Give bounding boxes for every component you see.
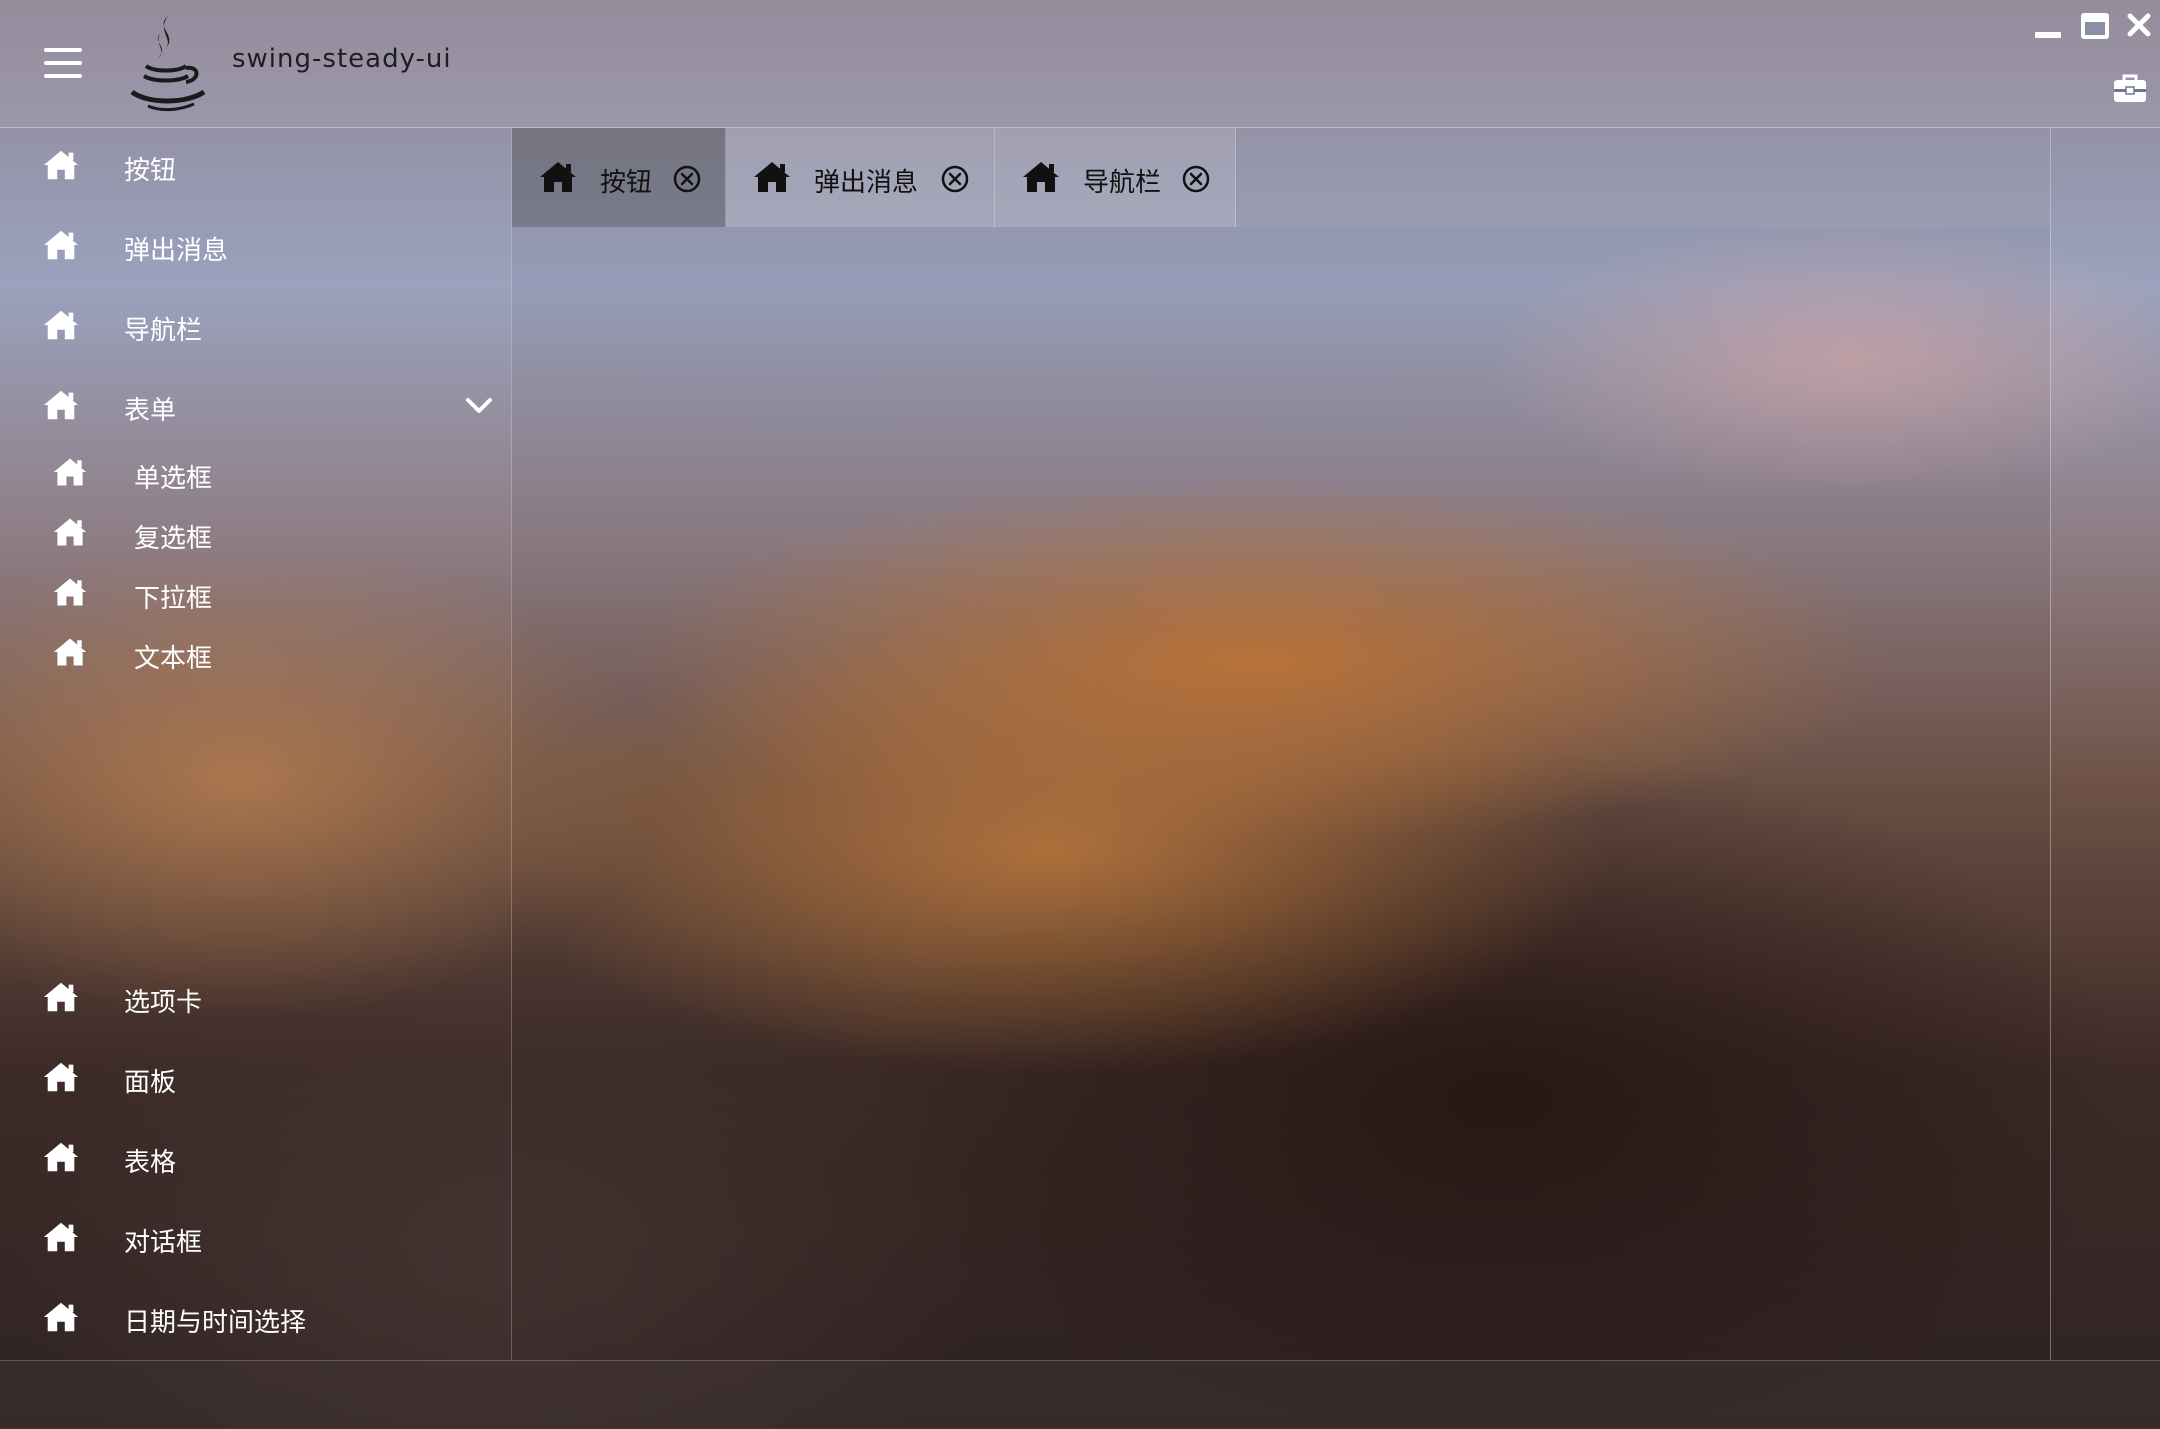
tab-close-icon[interactable] — [672, 164, 702, 194]
sidebar-item-label: 表单 — [124, 396, 177, 426]
sidebar-item-tabs[interactable]: 选项卡 — [0, 964, 510, 1034]
title-bar: swing-steady-ui — [0, 0, 2160, 128]
tab-close-icon[interactable] — [1181, 164, 1211, 194]
tab-label: 导航栏 — [1083, 168, 1162, 198]
sidebar: 按钮 弹出消息 导航栏 表单 单选框 复选框 下拉框 文本框 选项卡 面板 表格… — [0, 128, 510, 1360]
sidebar-subitem-textfield[interactable]: 文本框 — [0, 624, 510, 682]
home-icon — [53, 578, 87, 606]
home-icon — [43, 1062, 79, 1092]
tab-button[interactable]: 按钮 — [512, 128, 726, 227]
home-icon — [53, 458, 87, 486]
sidebar-subitem-dropdown[interactable]: 下拉框 — [0, 564, 510, 622]
home-icon — [43, 390, 79, 420]
java-logo-icon — [130, 16, 206, 112]
tab-close-icon[interactable] — [940, 164, 970, 194]
home-icon — [43, 1222, 79, 1252]
sidebar-item-label: 对话框 — [124, 1228, 203, 1258]
tab-navbar[interactable]: 导航栏 — [995, 128, 1236, 227]
home-icon — [43, 150, 79, 180]
content-area: 按钮 弹出消息 导航栏 — [511, 128, 2051, 1360]
sidebar-item-button[interactable]: 按钮 — [0, 132, 510, 202]
sidebar-item-label: 表格 — [124, 1148, 177, 1178]
sidebar-subitem-radio[interactable]: 单选框 — [0, 444, 510, 502]
sidebar-item-table[interactable]: 表格 — [0, 1124, 510, 1194]
minimize-icon[interactable] — [2033, 28, 2063, 40]
sidebar-item-datetime-picker[interactable]: 日期与时间选择 — [0, 1284, 510, 1354]
sidebar-item-label: 面板 — [124, 1068, 177, 1098]
maximize-icon[interactable] — [2080, 12, 2110, 40]
sidebar-item-label: 下拉框 — [134, 584, 213, 614]
sidebar-item-popup-message[interactable]: 弹出消息 — [0, 212, 510, 282]
home-icon — [43, 230, 79, 260]
home-icon — [540, 162, 576, 192]
sidebar-item-label: 导航栏 — [124, 316, 203, 346]
sidebar-item-panel[interactable]: 面板 — [0, 1044, 510, 1114]
toolbox-icon[interactable] — [2112, 72, 2148, 104]
home-icon — [53, 638, 87, 666]
sidebar-item-navbar[interactable]: 导航栏 — [0, 292, 510, 362]
tab-label: 弹出消息 — [814, 168, 919, 198]
chevron-down-icon[interactable] — [464, 390, 494, 420]
home-icon — [1023, 162, 1059, 192]
menu-toggle-icon[interactable] — [44, 48, 82, 80]
tab-bar: 按钮 弹出消息 导航栏 — [512, 128, 2050, 227]
home-icon — [43, 1142, 79, 1172]
home-icon — [43, 1302, 79, 1332]
sidebar-item-label: 弹出消息 — [124, 236, 229, 266]
sidebar-subitem-checkbox[interactable]: 复选框 — [0, 504, 510, 562]
sidebar-item-label: 单选框 — [134, 464, 213, 494]
status-bar — [0, 1360, 2160, 1429]
sidebar-item-label: 文本框 — [134, 644, 213, 674]
tab-label: 按钮 — [600, 168, 653, 198]
close-icon[interactable] — [2126, 12, 2152, 38]
home-icon — [754, 162, 790, 192]
sidebar-item-label: 选项卡 — [124, 988, 203, 1018]
home-icon — [43, 982, 79, 1012]
tab-popup-message[interactable]: 弹出消息 — [726, 128, 995, 227]
home-icon — [53, 518, 87, 546]
home-icon — [43, 310, 79, 340]
sidebar-item-dialog[interactable]: 对话框 — [0, 1204, 510, 1274]
app-title: swing-steady-ui — [232, 44, 452, 74]
sidebar-item-label: 日期与时间选择 — [124, 1308, 307, 1338]
sidebar-item-form[interactable]: 表单 — [0, 372, 510, 442]
app-window: swing-steady-ui 按钮 弹出消息 导航栏 表单 单选框 复选框 下… — [0, 0, 2160, 1429]
sidebar-item-label: 按钮 — [124, 156, 177, 186]
sidebar-item-label: 复选框 — [134, 524, 213, 554]
